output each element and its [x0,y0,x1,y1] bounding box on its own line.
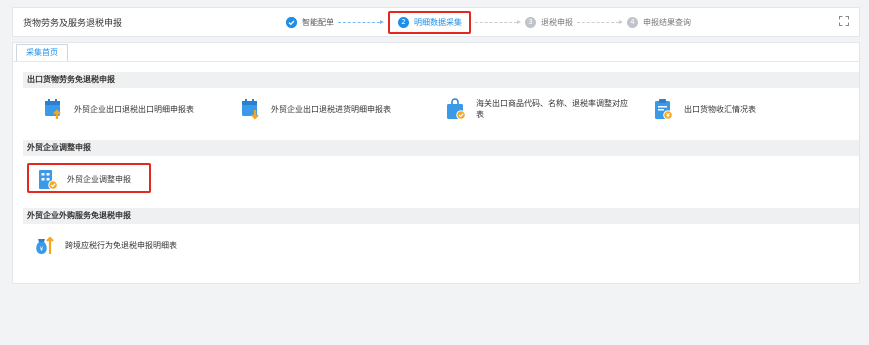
clipboard-yen-icon [655,99,673,120]
shopping-bag-check-icon [447,98,466,120]
step-progress: 智能配单 2 明细数据采集 3 退税申报 4 申报结果查询 [286,8,691,36]
page-title: 货物劳务及服务退税申报 [23,18,123,29]
tab-collection-home[interactable]: 采集首页 [16,44,68,61]
tab-divider [13,61,859,62]
step-smart-match[interactable]: 智能配单 [286,16,334,28]
step-label: 申报结果查询 [643,17,691,27]
step-number-badge: 4 [627,16,638,28]
document-upload-icon [45,99,61,119]
highlight-box [27,163,151,193]
item-label: 跨境应税行为免退税申报明细表 [65,240,177,250]
section-header-export-goods: 出口货物劳务免退税申报 [23,72,859,88]
step-number-badge: 3 [525,16,536,28]
section-header-adjustment: 外贸企业调整申报 [23,140,859,156]
svg-text:¥: ¥ [40,246,44,253]
step-number-badge: 2 [398,16,409,28]
section-header-purchased-services: 外贸企业外购服务免退税申报 [23,208,859,224]
list-item-export-detail[interactable]: 外贸企业出口退税出口明细申报表 [44,98,194,120]
item-label: 海关出口商品代码、名称、退税率调整对应表 [476,99,628,119]
list-item-cross-border-services[interactable]: ¥ 跨境应税行为免退税申报明细表 [34,234,177,256]
step-connector [577,20,623,24]
main-panel: 采集首页 出口货物劳务免退税申报 外贸企业出口退税出口明细申报表 外贸企业出口退… [12,42,860,284]
step-result-query[interactable]: 4 申报结果查询 [627,16,691,28]
step-tax-refund-declaration[interactable]: 3 退税申报 [525,16,573,28]
document-download-icon [242,99,259,120]
check-icon [286,16,297,28]
item-label: 出口货物收汇情况表 [684,104,756,114]
step-label: 明细数据采集 [414,17,462,27]
list-item-customs-code-adjustment[interactable]: 海关出口商品代码、名称、退税率调整对应表 [446,98,628,120]
step-detail-collection[interactable]: 2 明细数据采集 [388,10,471,34]
step-label: 智能配单 [302,17,334,27]
list-item-forex-collection[interactable]: 出口货物收汇情况表 [654,98,756,120]
step-label: 退税申报 [541,17,573,27]
money-bag-arrow-icon: ¥ [36,236,54,254]
list-item-purchase-detail[interactable]: 外贸企业出口退税进货明细申报表 [241,98,391,120]
step-connector [338,20,384,24]
item-label: 外贸企业出口退税进货明细申报表 [271,104,391,114]
step-connector [475,20,521,24]
top-header-bar: 货物劳务及服务退税申报 智能配单 2 明细数据采集 3 退税申报 4 申报结果查… [12,7,860,37]
item-label: 外贸企业出口退税出口明细申报表 [74,104,194,114]
expand-icon[interactable] [839,16,849,26]
